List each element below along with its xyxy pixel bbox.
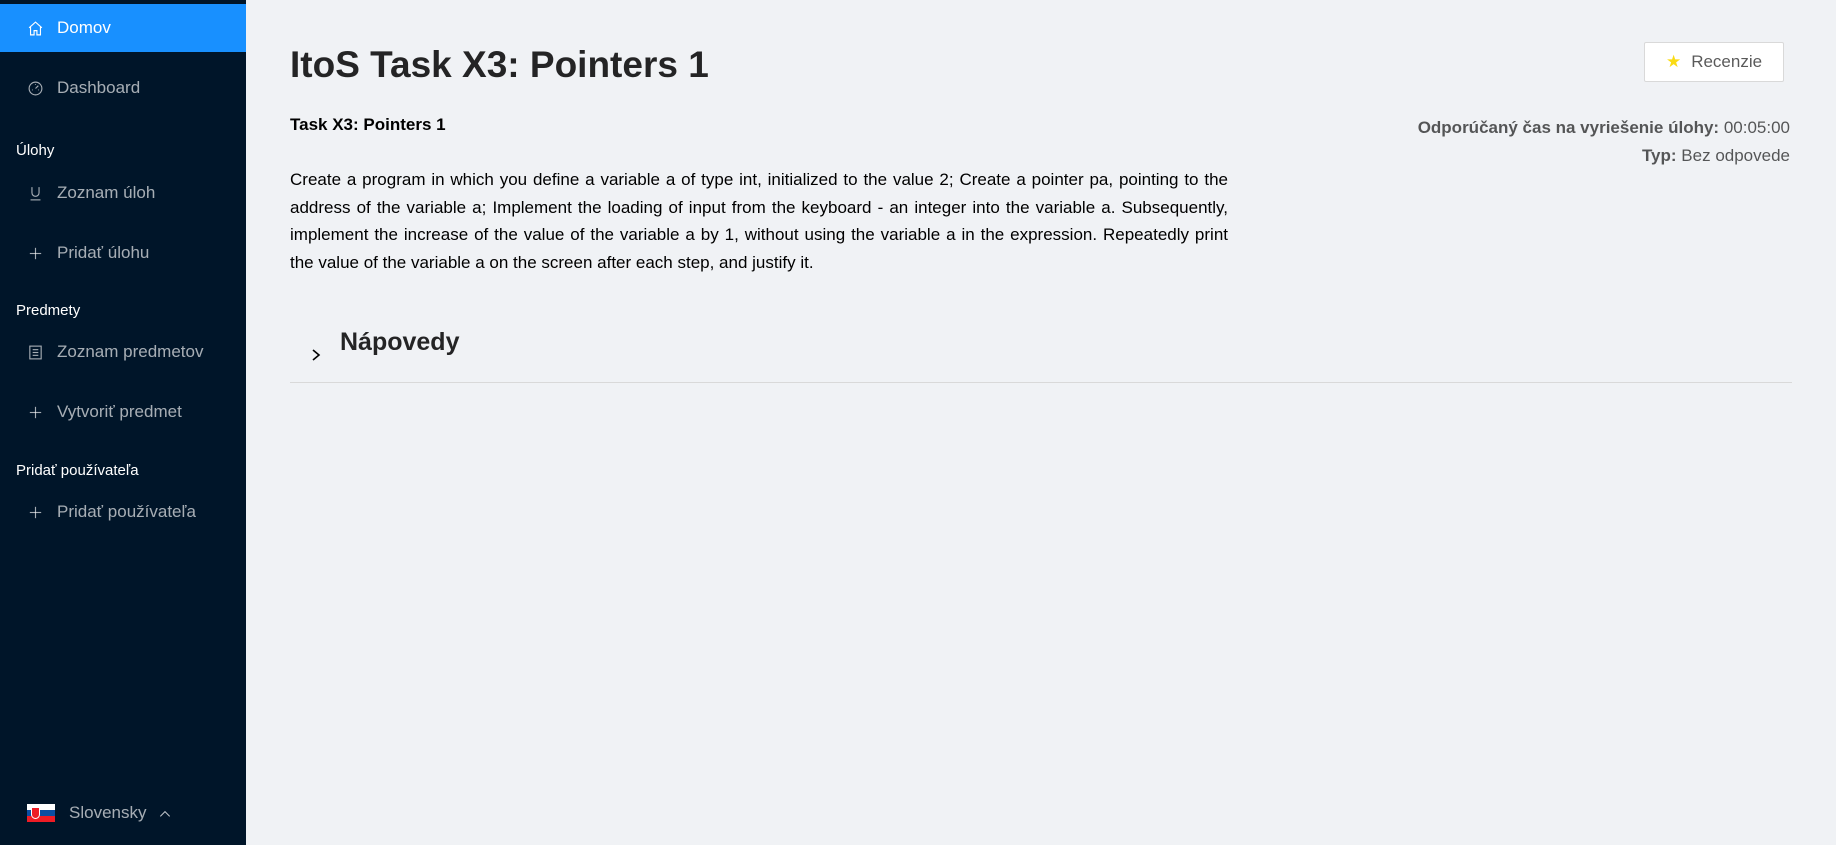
chevron-up-icon [158,806,172,820]
sidebar-item-create-subject[interactable]: Vytvoriť predmet [0,388,246,436]
dashboard-icon [26,79,44,97]
task-subtitle: Task X3: Pointers 1 [290,115,446,134]
sidebar-item-task-list[interactable]: Zoznam úloh [0,169,246,217]
sidebar-group-users: Pridať používateľa [16,462,139,479]
recommended-time: Odporúčaný čas na vyriešenie úlohy: 00:0… [1418,114,1790,142]
underline-icon [26,184,44,202]
task-type-label: Typ: [1641,146,1677,165]
sidebar-item-add-user[interactable]: Pridať používateľa [0,488,246,536]
sidebar-item-label: Dashboard [57,78,141,97]
sidebar-item-subject-list[interactable]: Zoznam predmetov [0,328,246,376]
slovak-flag-icon [27,803,55,823]
task-description: Create a program in which you define a v… [290,170,1228,272]
recommended-time-value: 00:05:00 [1723,118,1790,137]
sidebar-item-dashboard[interactable]: Dashboard [0,64,246,112]
plus-icon [26,503,44,521]
sidebar-item-label: Zoznam predmetov [57,342,204,361]
task-type: Typ: Bez odpovede [1418,142,1790,170]
sidebar-item-home[interactable]: Domov [0,4,246,52]
main-content: ItoS Task X3: Pointers 1 ★ Recenzie Task… [246,0,1836,845]
home-icon [26,19,44,37]
hints-collapse-header[interactable]: Nápovedy [290,315,1792,383]
chevron-right-icon [310,348,324,362]
language-label: Slovensky [69,803,147,822]
sidebar: Domov Dashboard Úlohy Zoznam úloh Pridať… [0,0,246,845]
sidebar-group-subjects: Predmety [16,302,81,319]
sidebar-item-label: Vytvoriť predmet [57,402,182,421]
sidebar-item-add-task[interactable]: Pridať úlohu [0,229,246,277]
sidebar-item-label: Zoznam úloh [57,183,156,202]
sidebar-item-label: Domov [57,18,111,37]
sidebar-item-label: Pridať úlohu [57,243,150,262]
page-title: ItoS Task X3: Pointers 1 [290,44,709,85]
task-meta: Odporúčaný čas na vyriešenie úlohy: 00:0… [1418,114,1790,170]
reviews-button-label: Recenzie [1691,52,1763,71]
sidebar-group-tasks: Úlohy [16,142,55,159]
hints-header-label: Nápovedy [340,328,460,356]
star-icon: ★ [1665,52,1682,71]
recommended-time-label: Odporúčaný čas na vyriešenie úlohy: [1417,118,1720,137]
language-selector[interactable]: Slovensky [27,803,172,823]
list-icon [26,343,44,361]
task-type-value: Bez odpovede [1681,146,1790,165]
sidebar-item-label: Pridať používateľa [57,502,196,521]
plus-icon [26,403,44,421]
reviews-button[interactable]: ★ Recenzie [1644,42,1784,82]
plus-icon [26,244,44,262]
